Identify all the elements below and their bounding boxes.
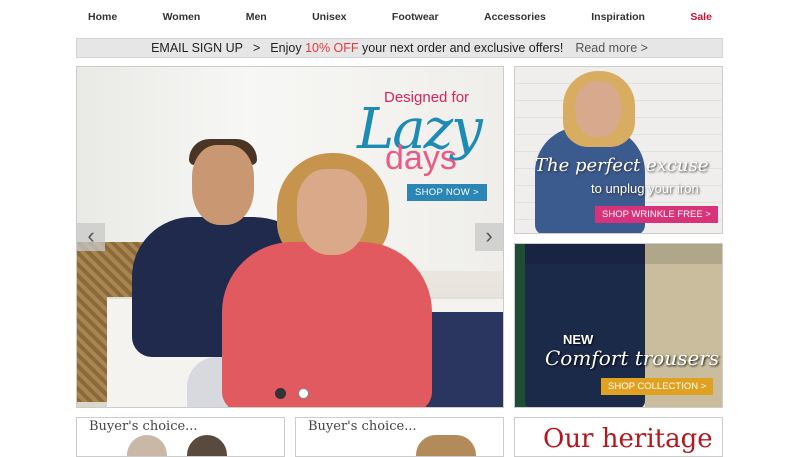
shop-wrinkle-free-button[interactable]: SHOP WRINKLE FREE >	[595, 206, 718, 223]
slider-pagination	[275, 388, 309, 399]
email-promo-bar[interactable]: EMAIL SIGN UP > Enjoy 10% OFF your next …	[76, 38, 723, 58]
slider-dot-2[interactable]	[298, 388, 309, 399]
buyers-choice-card-2[interactable]: Buyer's choice...	[295, 417, 504, 457]
card-person-image	[187, 435, 227, 456]
hero-tagline-sub: days	[385, 139, 457, 177]
nav-inspiration[interactable]: Inspiration	[579, 11, 657, 23]
trousers-new-label: NEW	[563, 332, 594, 347]
card-title: Buyer's choice...	[308, 419, 417, 434]
card-title: Buyer's choice...	[89, 419, 198, 434]
promo-text-post: your next order and exclusive offers!	[362, 41, 564, 55]
email-signup-label[interactable]: EMAIL SIGN UP	[151, 41, 243, 55]
promo-text-pre: Enjoy	[270, 41, 302, 55]
nav-footwear[interactable]: Footwear	[380, 11, 451, 23]
our-heritage-card[interactable]: Our heritage	[514, 417, 723, 457]
slider-next-arrow-icon[interactable]: ›	[475, 223, 503, 251]
trousers-headline: Comfort trousers	[545, 346, 720, 370]
hero-shop-now-button[interactable]: SHOP NOW >	[407, 184, 487, 201]
buyers-choice-card-1[interactable]: Buyer's choice...	[76, 417, 285, 457]
wrinkle-free-banner[interactable]: The perfect excuse to unplug your iron S…	[514, 66, 723, 234]
promo-read-more-link[interactable]: Read more >	[575, 41, 648, 55]
banner-shirt-subline: to unplug your iron	[591, 181, 699, 196]
main-nav: Home Women Men Unisex Footwear Accessori…	[76, 0, 724, 34]
slider-dot-1[interactable]	[275, 388, 286, 399]
nav-men[interactable]: Men	[234, 11, 279, 23]
hero-woman-sweater	[222, 242, 432, 407]
promo-separator: >	[252, 41, 261, 55]
comfort-trousers-banner[interactable]: NEW Comfort trousers SHOP COLLECTION >	[514, 243, 723, 408]
hero-man-face	[192, 145, 254, 225]
nav-sale[interactable]: Sale	[678, 11, 724, 23]
shop-collection-button[interactable]: SHOP COLLECTION >	[601, 378, 714, 395]
banner-shirt-headline: The perfect excuse	[535, 155, 709, 176]
slider-prev-arrow-icon[interactable]: ‹	[77, 223, 105, 251]
banner-woman-face	[575, 81, 621, 137]
nav-home[interactable]: Home	[76, 11, 129, 23]
hero-woman-face	[297, 169, 367, 255]
card-product-image	[416, 435, 476, 456]
trousers-waistband	[525, 244, 722, 264]
card-person-image	[127, 435, 167, 456]
nav-unisex[interactable]: Unisex	[300, 11, 358, 23]
hero-slider[interactable]: Designed for Lazy days SHOP NOW > ‹ ›	[76, 66, 504, 408]
promo-offer: 10% OFF	[305, 41, 359, 55]
nav-women[interactable]: Women	[151, 11, 213, 23]
nav-accessories[interactable]: Accessories	[472, 11, 558, 23]
